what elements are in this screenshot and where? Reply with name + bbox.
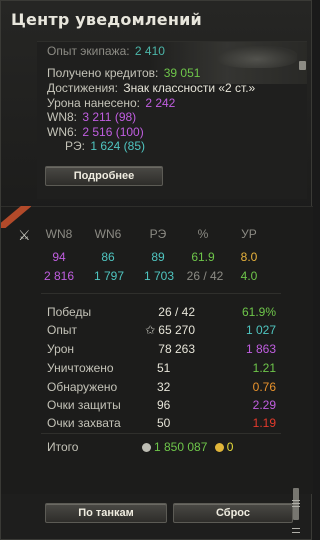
capture-label: Очки захвата [47, 416, 121, 430]
xp-delta: 1 027 [245, 323, 276, 337]
crossed-swords-icon: ⚔ [18, 227, 31, 243]
frags-value: 51 [157, 361, 171, 375]
wn8-avg: 94 [52, 250, 66, 264]
window-title: Центр уведомлений [11, 10, 202, 29]
capture-delta: 1.19 [252, 416, 276, 430]
crew-xp-line: Опыт экипажа: 2 410 [47, 44, 165, 58]
winrate-value: 61.9 [191, 250, 215, 264]
reset-button[interactable]: Сброс [173, 503, 293, 523]
wn8-line: WN8: 3 211 (98) [47, 110, 137, 124]
scrollbar[interactable] [290, 488, 302, 538]
total-credits: 1 850 087 [154, 440, 208, 454]
eff-total: 1 703 [143, 269, 175, 283]
level-total: 4.0 [240, 269, 258, 283]
wn6-total: 1 797 [93, 269, 125, 283]
achievements-line: Достижения: Знак классности «2 ст.» [47, 81, 256, 95]
by-tanks-button[interactable]: По танкам [45, 503, 167, 523]
damage-label: Урон [47, 342, 75, 356]
xp-label: Опыт [47, 323, 77, 337]
wins-battles: 26 / 42 [186, 269, 224, 283]
damage-line: Урона нанесено: 2 242 [47, 96, 176, 110]
frags-label: Уничтожено [47, 361, 114, 375]
pin-icon[interactable] [299, 61, 306, 70]
wins-label: Победы [47, 305, 92, 319]
total-label: Итого [47, 440, 79, 454]
total-gold: 0 [226, 440, 234, 454]
defense-delta: 2.29 [252, 398, 276, 412]
details-button[interactable]: Подробнее [45, 166, 163, 186]
damage-delta: 1 863 [245, 342, 276, 356]
wn8-total: 2 816 [43, 269, 75, 283]
wn6-line: WN6: 2 516 (100) [47, 125, 144, 139]
eff-avg: 89 [151, 250, 165, 264]
spotted-label: Обнаружено [47, 380, 118, 394]
gold-icon [214, 443, 224, 452]
credits-icon [142, 443, 151, 452]
wn6-avg: 86 [101, 250, 115, 264]
capture-value: 50 [157, 416, 171, 430]
header-winrate: % [197, 227, 209, 241]
defense-label: Очки защиты [47, 398, 121, 412]
total-values: 1 850 087 0 [142, 440, 233, 454]
nation-flag-icon [1, 206, 31, 228]
divider [41, 293, 281, 294]
damage-value: 78 263 [158, 342, 195, 356]
spotted-value: 32 [157, 380, 171, 394]
scrollbar-thumb[interactable] [293, 488, 299, 520]
notification-center-window: Центр уведомлений Опыт экипажа: 2 410 По… [0, 0, 313, 540]
header-wn8: WN8 [45, 227, 73, 241]
header-wn6: WN6 [94, 227, 122, 241]
xp-value: ✩ 65 270 [145, 323, 195, 337]
wins-value: 26 / 42 [158, 305, 195, 319]
header-level: УР [241, 227, 257, 241]
frags-delta: 1.21 [252, 361, 276, 375]
divider [41, 433, 281, 434]
wins-delta: 61.9% [241, 305, 276, 319]
level-avg: 8.0 [240, 250, 258, 264]
defense-value: 96 [157, 398, 171, 412]
star-icon: ✩ [145, 323, 156, 337]
header-eff: РЭ [149, 227, 167, 241]
credits-line: Получено кредитов: 39 051 [47, 66, 201, 80]
eff-line: РЭ: 1 624 (85) [65, 139, 146, 153]
spotted-delta: 0.76 [252, 380, 276, 394]
